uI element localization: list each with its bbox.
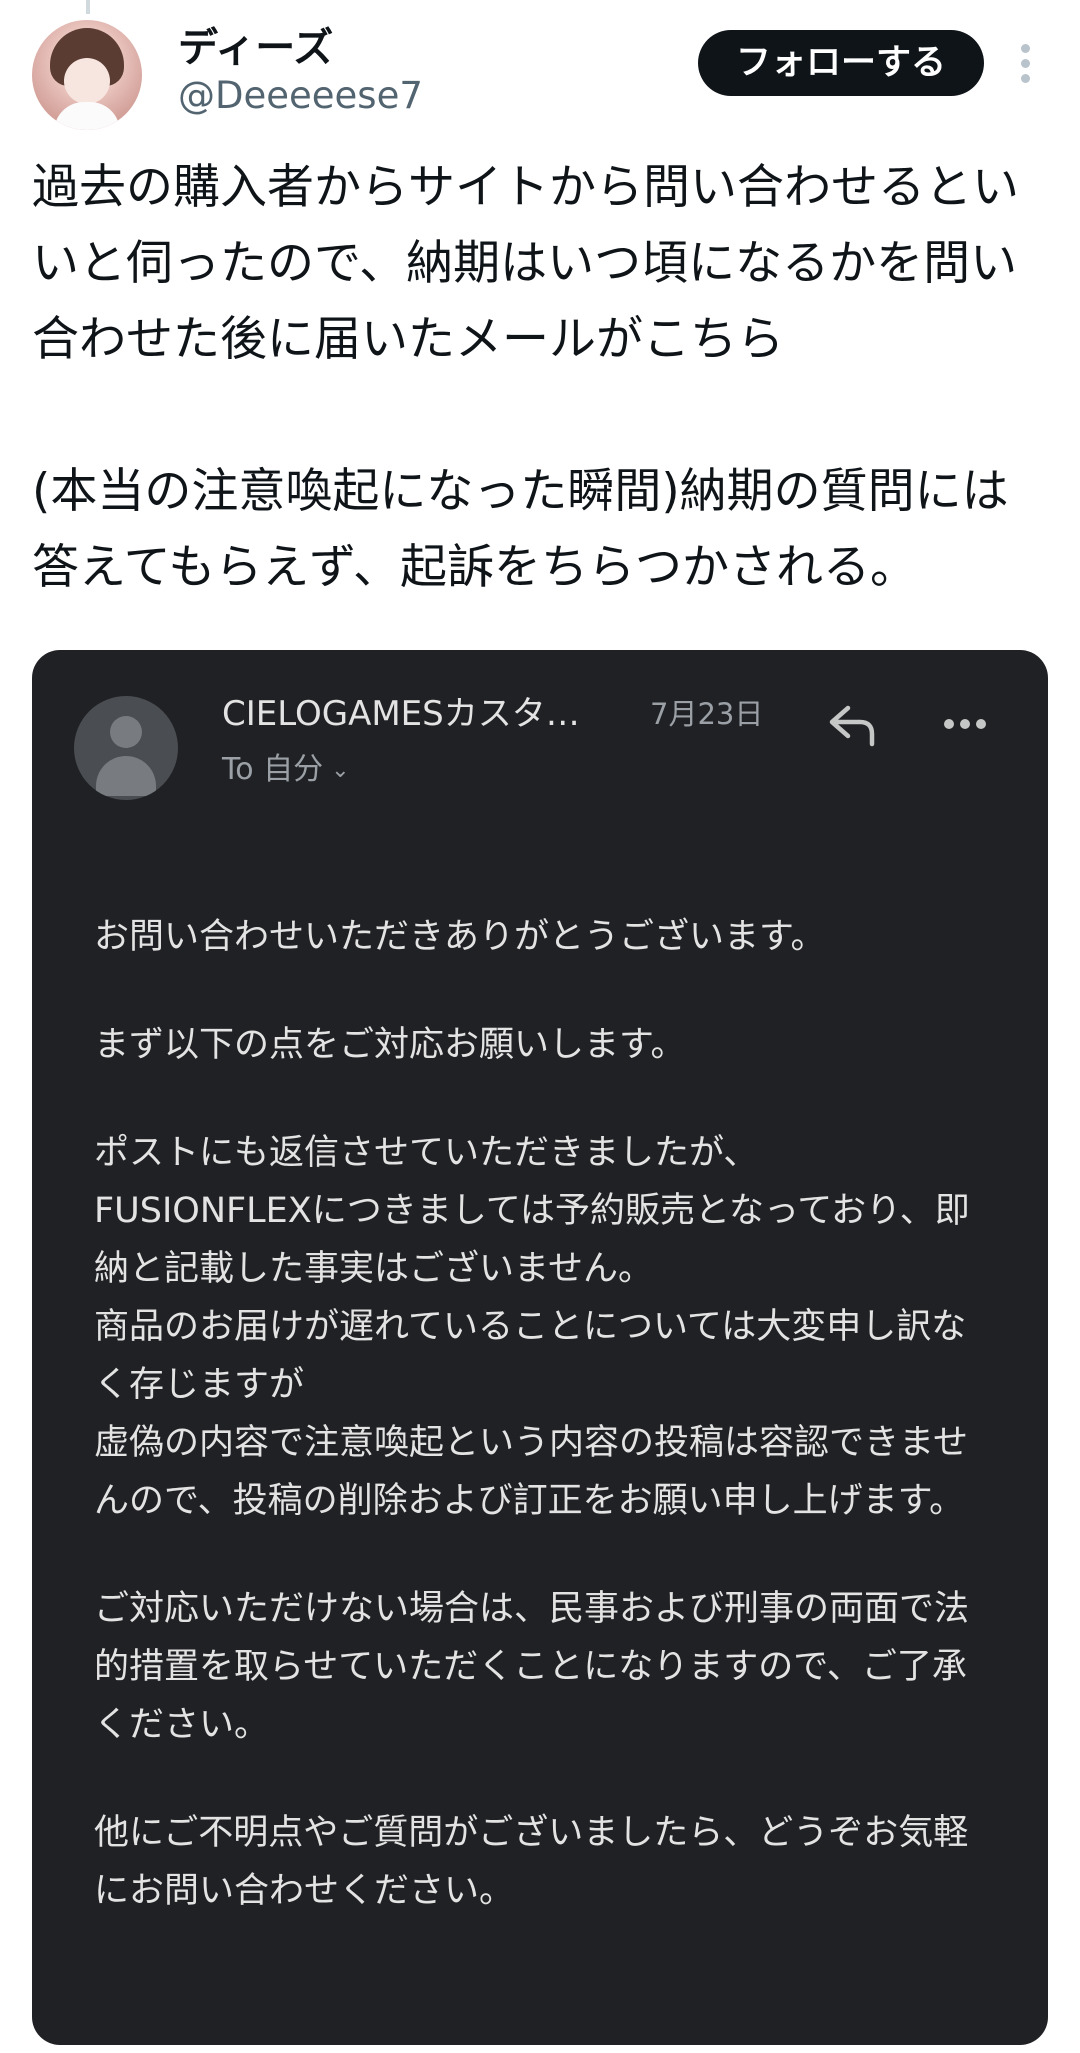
reply-icon[interactable]	[826, 702, 878, 748]
email-sender-name: CIELOGAMESカスタ…	[222, 694, 580, 734]
email-paragraph: ポストにも返信させていただきましたが、 FUSIONFLEXにつきましては予約販…	[94, 1133, 970, 1521]
email-paragraph: お問い合わせいただきありがとうございます。	[94, 917, 826, 957]
author-display-name[interactable]: ディーズ	[178, 22, 333, 74]
post-paragraph: (本当の注意喚起になった瞬間)納期の質問には答えてもらえず、起訴をちらつかされる…	[32, 464, 1009, 595]
more-vertical-icon[interactable]	[1014, 42, 1038, 86]
avatar-face	[64, 58, 110, 104]
follow-button[interactable]: フォローする	[698, 30, 984, 96]
email-recipient-label: To 自分	[222, 752, 324, 787]
email-paragraph: まず以下の点をご対応お願いします。	[94, 1025, 686, 1065]
default-person-icon	[74, 696, 178, 800]
email-paragraph: 他にご不明点やご質問がございましたら、どうぞお気軽にお問い合わせください。	[94, 1813, 969, 1911]
user-avatar[interactable]	[32, 20, 142, 130]
thread-connector-line	[86, 0, 90, 14]
email-screenshot-card[interactable]: CIELOGAMESカスタ… 7月23日 To 自分 ⌄ お問い合わせいただきあり…	[32, 650, 1048, 2045]
post-paragraph: 過去の購入者からサイトから問い合わせるといいと伺ったので、納期はいつ頃になるかを…	[32, 160, 1019, 367]
email-date: 7月23日	[650, 697, 764, 731]
email-body: お問い合わせいただきありがとうございます。 まず以下の点をご対応お願いします。 …	[94, 908, 994, 1920]
email-paragraph: ご対応いただけない場合は、民事および刑事の両面で法的措置を取らせていただくことに…	[94, 1589, 970, 1745]
email-recipient[interactable]: To 自分 ⌄	[222, 748, 350, 793]
post-text: 過去の購入者からサイトから問い合わせるといいと伺ったので、納期はいつ頃になるかを…	[32, 150, 1042, 606]
author-handle[interactable]: @Deeeeese7	[178, 72, 423, 120]
more-horizontal-icon[interactable]	[942, 716, 988, 732]
avatar-body	[54, 102, 120, 130]
chevron-down-icon[interactable]: ⌄	[331, 749, 349, 793]
